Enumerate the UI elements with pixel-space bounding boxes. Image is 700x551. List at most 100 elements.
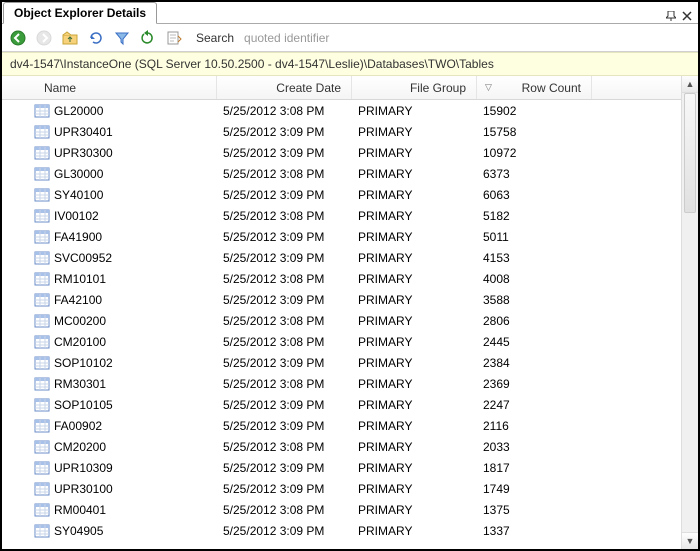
up-folder-icon[interactable] (60, 28, 80, 48)
row-file-group: PRIMARY (352, 377, 477, 391)
table-icon (34, 125, 50, 139)
row-name: RM30301 (54, 377, 106, 391)
row-create-date: 5/25/2012 3:09 PM (217, 461, 352, 475)
row-file-group: PRIMARY (352, 440, 477, 454)
filter-icon[interactable] (112, 28, 132, 48)
row-file-group: PRIMARY (352, 356, 477, 370)
row-create-date: 5/25/2012 3:09 PM (217, 125, 352, 139)
row-name: RM10101 (54, 272, 106, 286)
search-input[interactable] (240, 29, 420, 47)
table-icon (34, 272, 50, 286)
row-name: UPR30100 (54, 482, 113, 496)
breadcrumb-path[interactable]: dv4-1547\InstanceOne (SQL Server 10.50.2… (2, 52, 698, 76)
row-create-date: 5/25/2012 3:08 PM (217, 440, 352, 454)
table-row[interactable]: RM004015/25/2012 3:08 PMPRIMARY1375 (2, 499, 681, 520)
table-row[interactable]: SVC009525/25/2012 3:09 PMPRIMARY4153 (2, 247, 681, 268)
table-icon (34, 398, 50, 412)
table-icon (34, 335, 50, 349)
row-row-count: 1375 (477, 503, 592, 517)
scroll-down-icon[interactable]: ▼ (682, 532, 698, 549)
sync-icon[interactable] (86, 28, 106, 48)
row-create-date: 5/25/2012 3:08 PM (217, 272, 352, 286)
row-create-date: 5/25/2012 3:09 PM (217, 524, 352, 538)
table-row[interactable]: GL300005/25/2012 3:08 PMPRIMARY6373 (2, 163, 681, 184)
row-file-group: PRIMARY (352, 419, 477, 433)
table-icon (34, 461, 50, 475)
row-file-group: PRIMARY (352, 188, 477, 202)
table-icon (34, 209, 50, 223)
table-row[interactable]: CM201005/25/2012 3:08 PMPRIMARY2445 (2, 331, 681, 352)
row-create-date: 5/25/2012 3:09 PM (217, 419, 352, 433)
row-create-date: 5/25/2012 3:08 PM (217, 335, 352, 349)
row-file-group: PRIMARY (352, 146, 477, 160)
close-icon[interactable] (682, 11, 692, 21)
column-header-row-count[interactable]: ▽ Row Count (477, 76, 592, 99)
row-file-group: PRIMARY (352, 398, 477, 412)
row-name: GL20000 (54, 104, 103, 118)
row-create-date: 5/25/2012 3:08 PM (217, 167, 352, 181)
table-area: Name Create Date File Group ▽ Row Count … (2, 76, 681, 549)
table-icon (34, 524, 50, 538)
scroll-thumb[interactable] (684, 93, 696, 213)
table-row[interactable]: RM303015/25/2012 3:08 PMPRIMARY2369 (2, 373, 681, 394)
row-row-count: 15758 (477, 125, 592, 139)
table-row[interactable]: RM101015/25/2012 3:08 PMPRIMARY4008 (2, 268, 681, 289)
table-row[interactable]: UPR304015/25/2012 3:09 PMPRIMARY15758 (2, 121, 681, 142)
row-file-group: PRIMARY (352, 461, 477, 475)
titlebar: Object Explorer Details (2, 2, 698, 24)
row-name: FA00902 (54, 419, 102, 433)
table-row[interactable]: GL200005/25/2012 3:08 PMPRIMARY15902 (2, 100, 681, 121)
column-header-name[interactable]: Name (32, 76, 217, 99)
row-create-date: 5/25/2012 3:09 PM (217, 398, 352, 412)
table-row[interactable]: FA00902 5/25/2012 3:09 PMPRIMARY2116 (2, 415, 681, 436)
column-header-file-group[interactable]: File Group (352, 76, 477, 99)
row-file-group: PRIMARY (352, 293, 477, 307)
refresh-icon[interactable] (138, 28, 158, 48)
table-row[interactable]: UPR303005/25/2012 3:09 PMPRIMARY10972 (2, 142, 681, 163)
table-icon (34, 377, 50, 391)
row-file-group: PRIMARY (352, 524, 477, 538)
row-file-group: PRIMARY (352, 104, 477, 118)
table-row[interactable]: IV001025/25/2012 3:08 PMPRIMARY5182 (2, 205, 681, 226)
window-title-tab[interactable]: Object Explorer Details (3, 2, 157, 24)
row-row-count: 6063 (477, 188, 592, 202)
table-body: GL200005/25/2012 3:08 PMPRIMARY15902UPR3… (2, 100, 681, 549)
table-icon (34, 293, 50, 307)
script-icon[interactable] (164, 28, 184, 48)
table-row[interactable]: FA419005/25/2012 3:09 PMPRIMARY5011 (2, 226, 681, 247)
column-header-row: Name Create Date File Group ▽ Row Count (2, 76, 681, 100)
row-name: IV00102 (54, 209, 99, 223)
table-icon (34, 104, 50, 118)
row-name: RM00401 (54, 503, 106, 517)
row-row-count: 2033 (477, 440, 592, 454)
search-label: Search (196, 31, 234, 45)
table-row[interactable]: FA421005/25/2012 3:09 PMPRIMARY3588 (2, 289, 681, 310)
row-create-date: 5/25/2012 3:09 PM (217, 293, 352, 307)
column-header-create-date[interactable]: Create Date (217, 76, 352, 99)
table-row[interactable]: SY401005/25/2012 3:09 PMPRIMARY6063 (2, 184, 681, 205)
row-name: SVC00952 (54, 251, 112, 265)
table-row[interactable]: SY049055/25/2012 3:09 PMPRIMARY1337 (2, 520, 681, 541)
table-row[interactable]: SOP101025/25/2012 3:09 PMPRIMARY2384 (2, 352, 681, 373)
table-row[interactable]: UPR103095/25/2012 3:09 PMPRIMARY1817 (2, 457, 681, 478)
row-file-group: PRIMARY (352, 251, 477, 265)
row-file-group: PRIMARY (352, 230, 477, 244)
main-area: Name Create Date File Group ▽ Row Count … (2, 76, 698, 549)
row-create-date: 5/25/2012 3:09 PM (217, 188, 352, 202)
table-row[interactable]: MC002005/25/2012 3:08 PMPRIMARY2806 (2, 310, 681, 331)
row-row-count: 6373 (477, 167, 592, 181)
table-row[interactable]: SOP101055/25/2012 3:09 PMPRIMARY2247 (2, 394, 681, 415)
table-icon (34, 146, 50, 160)
table-row[interactable]: UPR301005/25/2012 3:09 PMPRIMARY1749 (2, 478, 681, 499)
pin-icon[interactable] (666, 11, 676, 21)
sort-descending-icon: ▽ (485, 82, 492, 93)
vertical-scrollbar[interactable]: ▲ ▼ (681, 76, 698, 549)
scroll-up-icon[interactable]: ▲ (682, 76, 698, 93)
row-name: FA42100 (54, 293, 102, 307)
forward-icon (34, 28, 54, 48)
back-icon[interactable] (8, 28, 28, 48)
table-icon (34, 314, 50, 328)
table-icon (34, 503, 50, 517)
table-row[interactable]: CM202005/25/2012 3:08 PMPRIMARY2033 (2, 436, 681, 457)
row-row-count: 2116 (477, 419, 592, 433)
